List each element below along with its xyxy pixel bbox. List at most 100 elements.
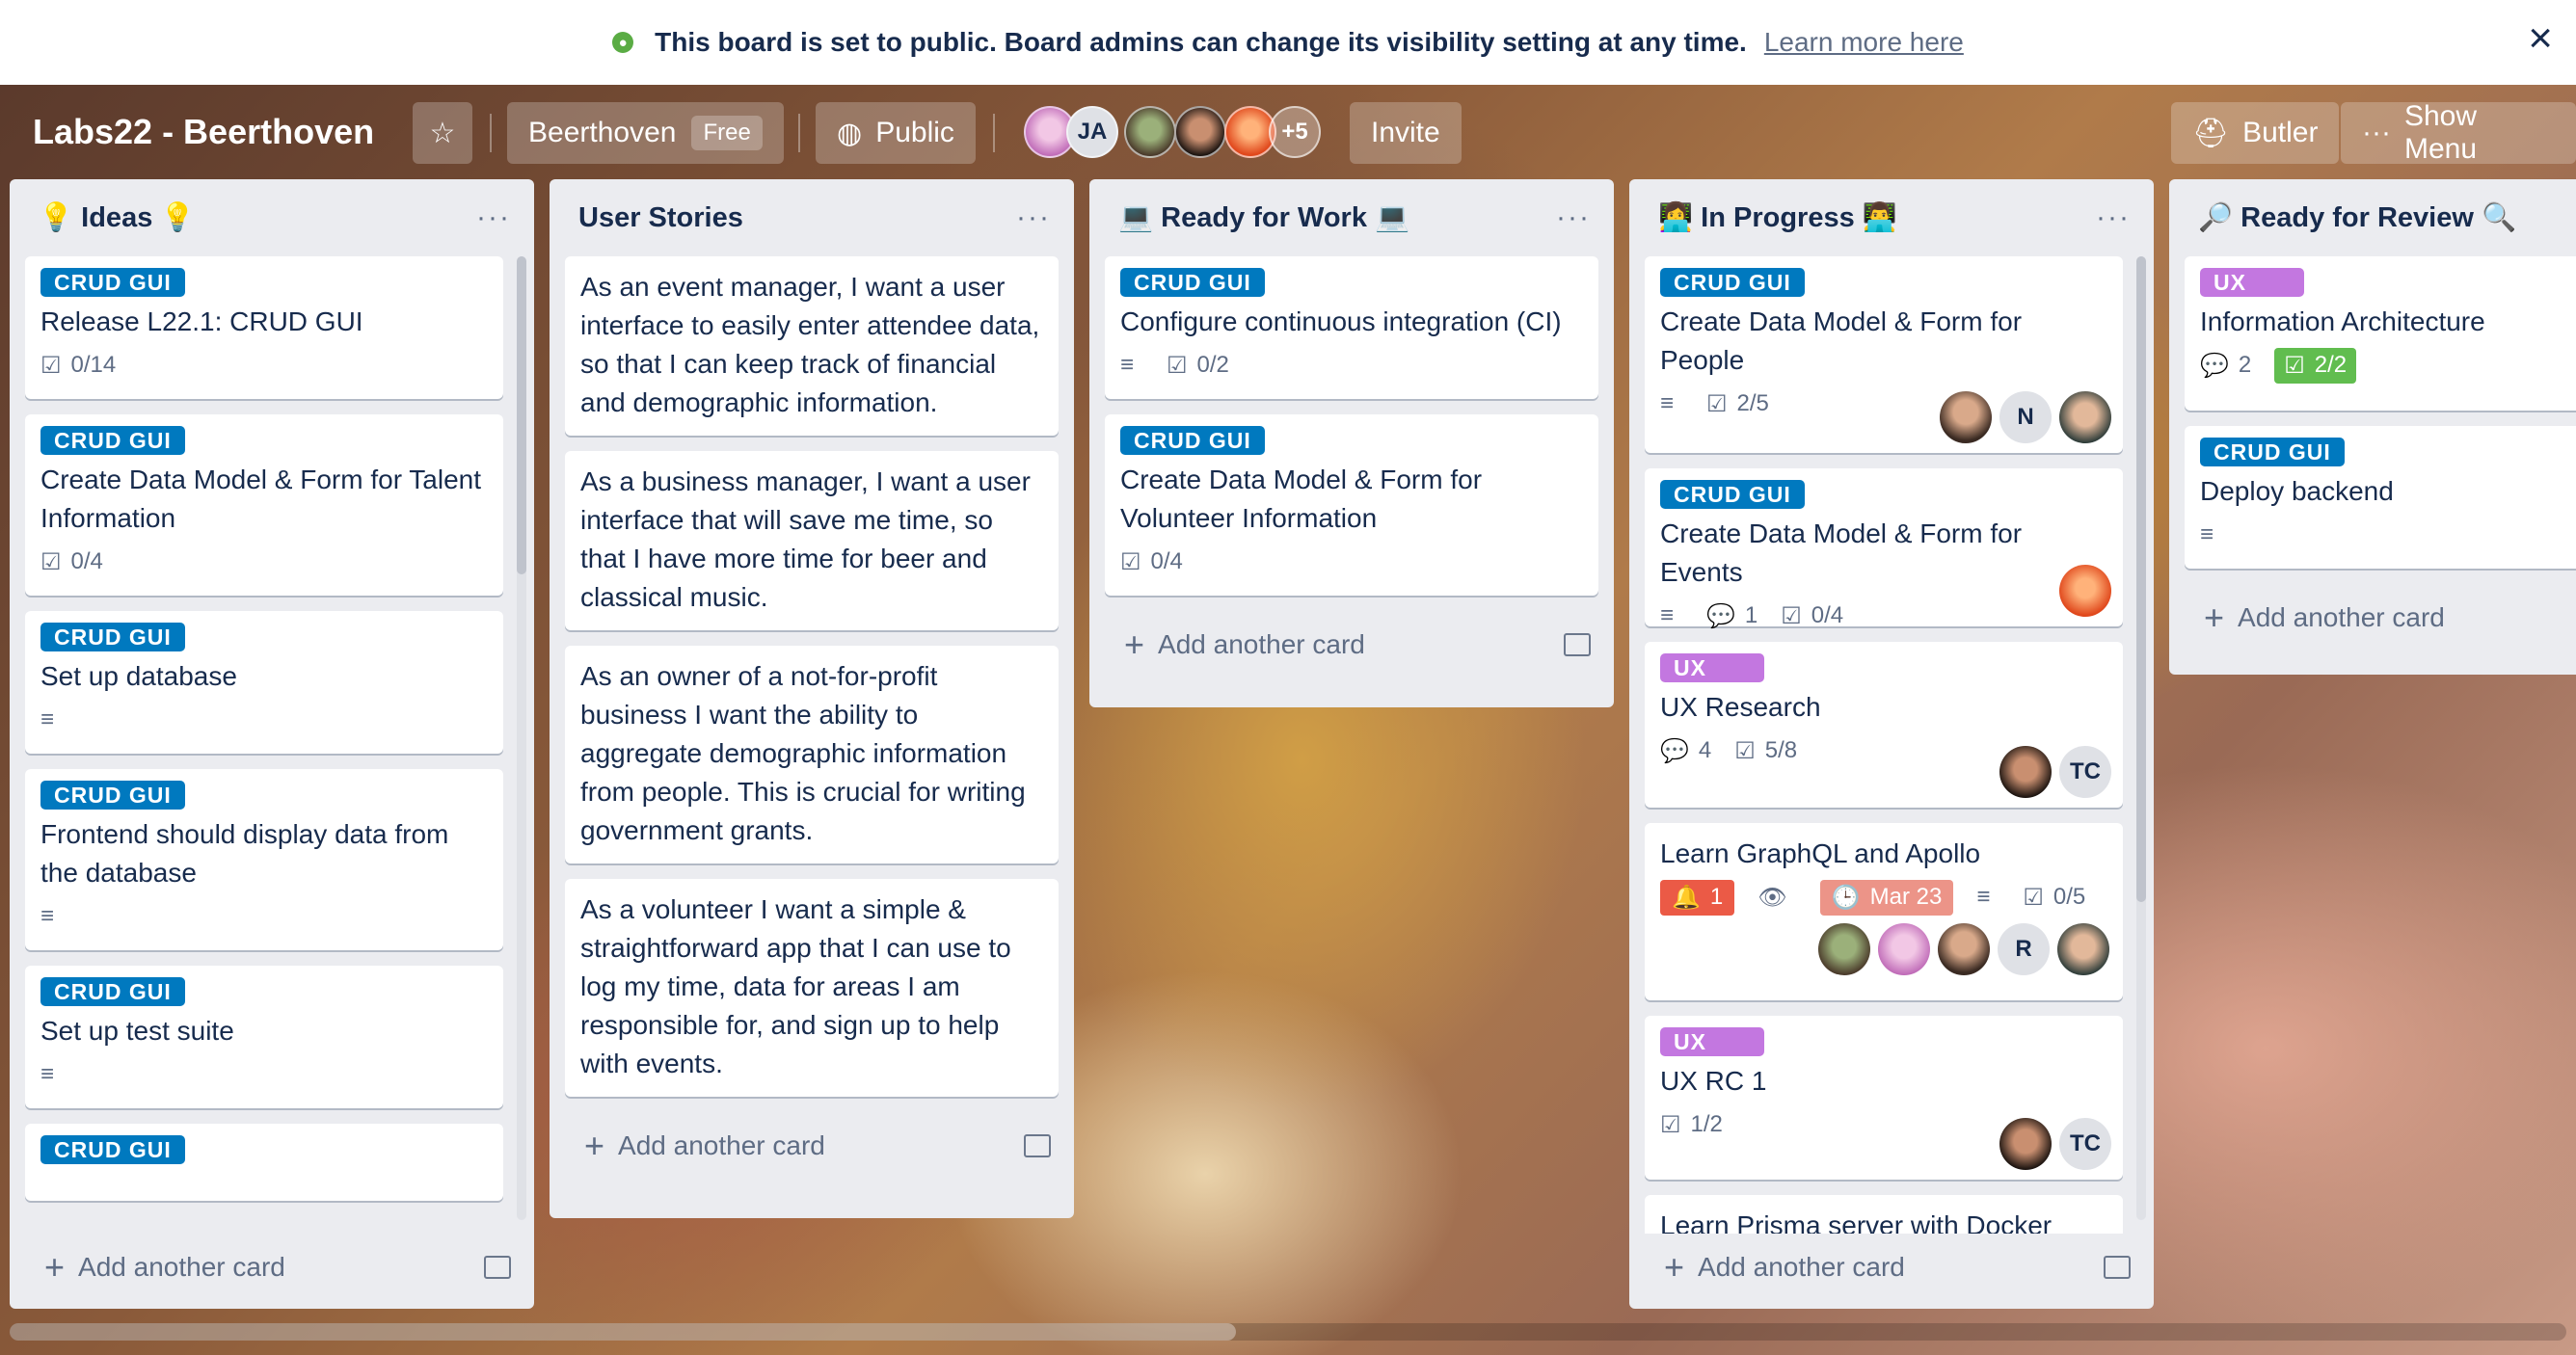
show-menu-button[interactable]: ··· Show Menu [2341,100,2576,165]
member-avatar[interactable]: R [1998,923,2050,975]
team-name: Beerthoven [528,117,677,148]
card[interactable]: As a business manager, I want a user int… [565,451,1059,630]
add-card-button[interactable]: + Add another card [1089,611,1614,678]
card-template-icon[interactable] [1564,633,1591,656]
invite-button[interactable]: Invite [1350,102,1462,164]
add-card-label: Add another card [78,1252,285,1282]
member-avatar[interactable] [1878,923,1930,975]
checklist-badge: ☑ 0/4 [1781,602,1843,630]
card[interactable]: As an event manager, I want a user inter… [565,256,1059,436]
card[interactable]: CRUD GUI Set up database ≡ [25,611,503,754]
visibility-label: Public [875,117,954,148]
card[interactable]: CRUD GUI [25,1124,503,1201]
list-scrollbar-track[interactable] [517,256,526,1220]
member-avatar[interactable] [2059,565,2111,617]
board-title[interactable]: Labs22 - Beerthoven [33,112,374,152]
add-card-button[interactable]: + Add another card [550,1112,1074,1180]
member-avatar[interactable] [2059,391,2111,443]
member-avatar[interactable] [1999,746,2052,798]
checklist-icon: ☑ [40,548,62,575]
list-user-stories: User Stories ··· As an event manager, I … [550,179,1074,1218]
card-members [2052,565,2111,617]
list-scrollbar-thumb[interactable] [517,256,526,574]
card[interactable]: CRUD GUI Create Data Model & Form for Pe… [1645,256,2123,453]
list-title[interactable]: 👩‍💻 In Progress 👨‍💻 [1658,201,2096,234]
butler-button[interactable]: ⛑ Butler [2171,102,2340,164]
board-scrollbar-thumb[interactable] [10,1323,1236,1341]
close-icon[interactable]: × [2528,17,2553,60]
card-container: CRUD GUI Release L22.1: CRUD GUI ☑ 0/14 C… [10,256,534,1234]
card-members: N [1932,391,2111,443]
card-label: CRUD GUI [40,268,185,297]
card[interactable]: CRUD GUI Frontend should display data fr… [25,769,503,950]
add-card-label: Add another card [2238,602,2445,632]
show-menu-label: Show Menu [2403,100,2478,165]
card[interactable]: CRUD GUI Configure continuous integratio… [1105,256,1598,399]
list-scrollbar-thumb[interactable] [2136,256,2146,902]
add-card-button[interactable]: + Add another card [1629,1234,2154,1301]
card[interactable]: Learn Prisma server with Docker [1645,1195,2123,1234]
card-container: UX Information Architecture 💬 2 ☑ 2/2 CRUD… [2169,256,2576,569]
checklist-badge: ☑ 0/14 [40,352,116,380]
card[interactable]: CRUD GUI Set up test suite ≡ [25,966,503,1108]
list-title[interactable]: 💡 Ideas 💡 [39,201,476,234]
card[interactable]: UX UX RC 1 ☑ 1/2 TC [1645,1016,2123,1180]
member-avatar[interactable] [1938,923,1990,975]
member-avatar[interactable] [1174,106,1226,158]
card-template-icon[interactable] [484,1256,511,1279]
team-button[interactable]: Beerthoven Free [507,102,784,164]
plus-icon: + [2204,598,2225,637]
clock-icon: 🕒 [1831,884,1861,911]
card[interactable]: As a volunteer I want a simple & straigh… [565,879,1059,1097]
member-avatar[interactable]: JA [1066,106,1118,158]
list-title[interactable]: 💻 Ready for Work 💻 [1118,201,1556,234]
member-avatar[interactable]: TC [2059,1118,2111,1170]
list-menu-icon[interactable]: ··· [1556,201,1591,234]
card-title: Create Data Model & Form for Events [1660,518,2023,587]
member-avatar[interactable] [1124,106,1176,158]
list-title[interactable]: 🔎 Ready for Review 🔍 [2198,201,2576,234]
card[interactable]: As an owner of a not-for-profit business… [565,646,1059,863]
add-card-label: Add another card [618,1130,825,1160]
card-template-icon[interactable] [2104,1256,2131,1279]
star-button[interactable]: ☆ [413,102,472,164]
card-label: CRUD GUI [1120,426,1265,455]
member-avatar[interactable] [1818,923,1870,975]
plus-icon: + [584,1126,605,1165]
list-menu-icon[interactable]: ··· [1016,201,1051,234]
list-title[interactable]: User Stories [578,202,1016,234]
card[interactable]: Learn GraphQL and Apollo 🔔 1 👁 🕒 Mar 23 ≡ … [1645,823,2123,1000]
card-label: CRUD GUI [40,1135,185,1164]
visibility-button[interactable]: ◍ Public [816,102,976,164]
card[interactable]: CRUD GUI Deploy backend ≡ [2185,426,2576,569]
checklist-count: 0/4 [70,548,103,574]
member-avatar[interactable] [1999,1118,2052,1170]
header-divider [993,114,995,152]
member-avatar[interactable] [2057,923,2109,975]
member-avatar[interactable] [1940,391,1992,443]
list-ready-for-review: 🔎 Ready for Review 🔍 UX Information Arch… [2169,179,2576,675]
card[interactable]: CRUD GUI Release L22.1: CRUD GUI ☑ 0/14 [25,256,503,399]
card[interactable]: UX UX Research 💬 4 ☑ 5/8 TC [1645,642,2123,808]
list-scrollbar-track[interactable] [2136,256,2146,1220]
card[interactable]: UX Information Architecture 💬 2 ☑ 2/2 [2185,256,2576,411]
butler-icon: ⛑ [2192,117,2230,149]
list-menu-icon[interactable]: ··· [476,201,511,234]
checklist-badge: ☑ 0/4 [1120,548,1183,576]
card-template-icon[interactable] [1024,1134,1051,1157]
due-date-badge[interactable]: 🕒 Mar 23 [1819,879,1954,916]
header-divider [490,114,492,152]
member-avatar[interactable]: TC [2059,746,2111,798]
card[interactable]: CRUD GUI Create Data Model & Form for Ev… [1645,468,2123,629]
member-avatar[interactable]: N [1999,391,2052,443]
card[interactable]: CRUD GUI Create Data Model & Form for Vo… [1105,414,1598,596]
add-card-button[interactable]: + Add another card [2169,584,2576,651]
card-title: As a volunteer I want a simple & straigh… [580,894,1011,1078]
board-horizontal-scrollbar[interactable] [10,1323,2566,1341]
more-members-button[interactable]: +5 [1269,106,1321,158]
card[interactable]: CRUD GUI Create Data Model & Form for Ta… [25,414,503,596]
add-card-button[interactable]: + Add another card [10,1234,534,1301]
checklist-icon: ☑ [1706,390,1728,417]
learn-more-link[interactable]: Learn more here [1764,27,1964,58]
list-menu-icon[interactable]: ··· [2096,201,2131,234]
